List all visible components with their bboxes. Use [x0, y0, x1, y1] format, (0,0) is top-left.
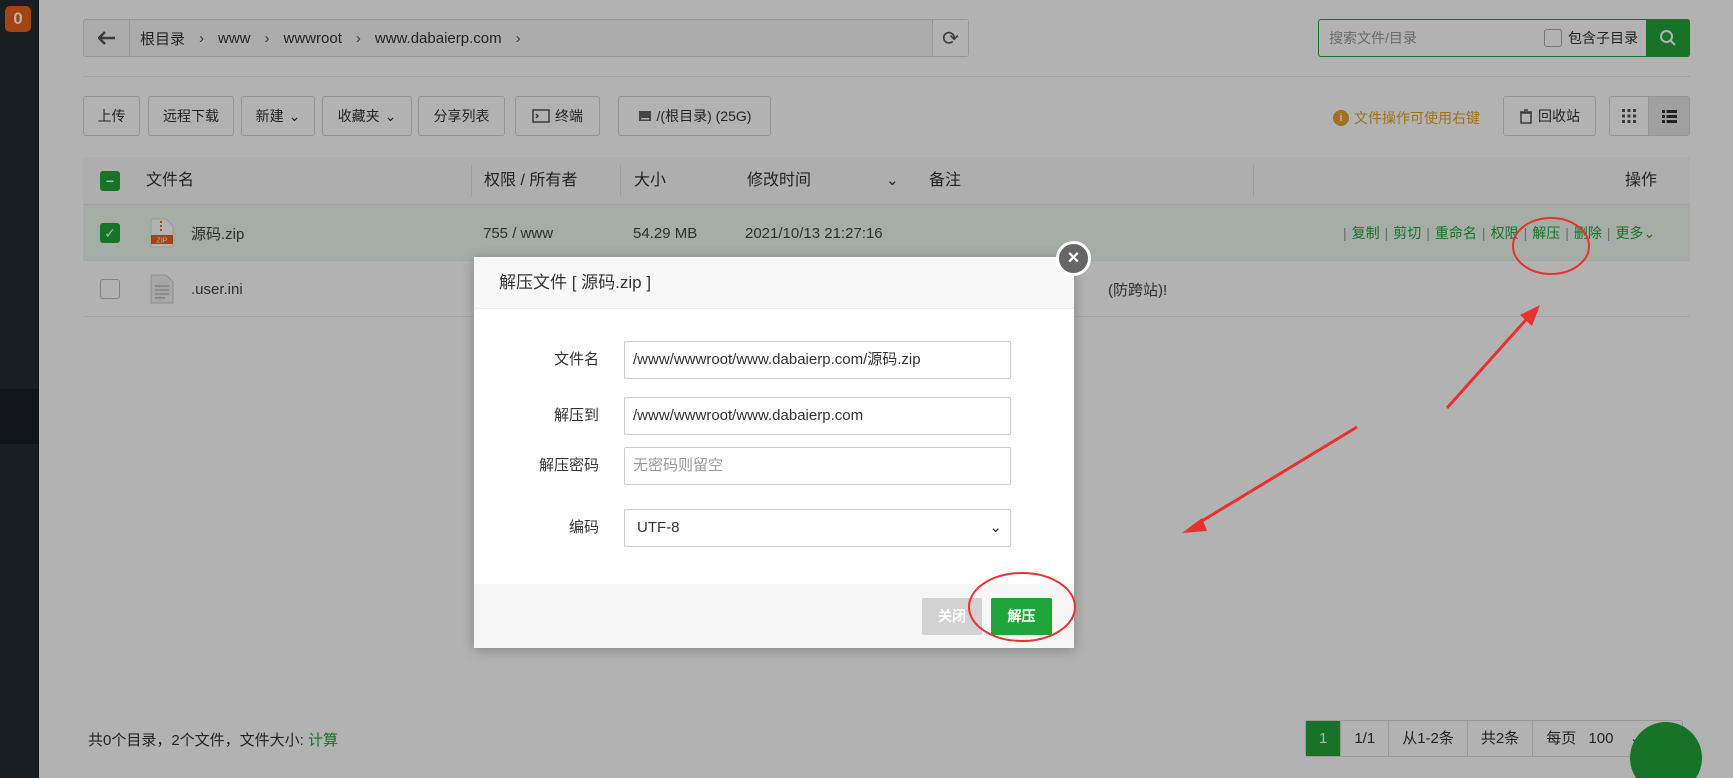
password-field-row: 解压密码 无密码则留空 [474, 447, 1074, 485]
encoding-select[interactable]: UTF-8 ⌄ [624, 509, 1011, 547]
dialog-title: 解压文件 [ 源码.zip ] [474, 257, 1074, 309]
extract-button[interactable]: 解压 [991, 598, 1052, 635]
filename-label: 文件名 [553, 351, 599, 368]
password-label: 解压密码 [538, 457, 599, 474]
close-icon: × [1067, 247, 1080, 269]
encoding-label: 编码 [568, 519, 599, 536]
dest-label: 解压到 [553, 407, 599, 424]
chevron-down-icon: ⌄ [989, 519, 1002, 536]
filename-input[interactable]: /www/wwwroot/www.dabaierp.com/源码.zip [624, 341, 1011, 379]
encoding-value: UTF-8 [637, 519, 680, 536]
extract-dialog: 解压文件 [ 源码.zip ] × 文件名 /www/wwwroot/www.d… [474, 241, 1091, 648]
encoding-field-row: 编码 UTF-8 ⌄ [474, 509, 1074, 547]
filename-field-row: 文件名 /www/wwwroot/www.dabaierp.com/源码.zip [474, 341, 1074, 379]
dest-input[interactable]: /www/wwwroot/www.dabaierp.com [624, 397, 1011, 435]
dest-field-row: 解压到 /www/wwwroot/www.dabaierp.com [474, 397, 1074, 435]
password-input[interactable]: 无密码则留空 [624, 447, 1011, 485]
dialog-close-button[interactable]: × [1056, 241, 1091, 276]
dialog-footer: 关闭 解压 [474, 584, 1074, 648]
close-button[interactable]: 关闭 [922, 598, 982, 635]
